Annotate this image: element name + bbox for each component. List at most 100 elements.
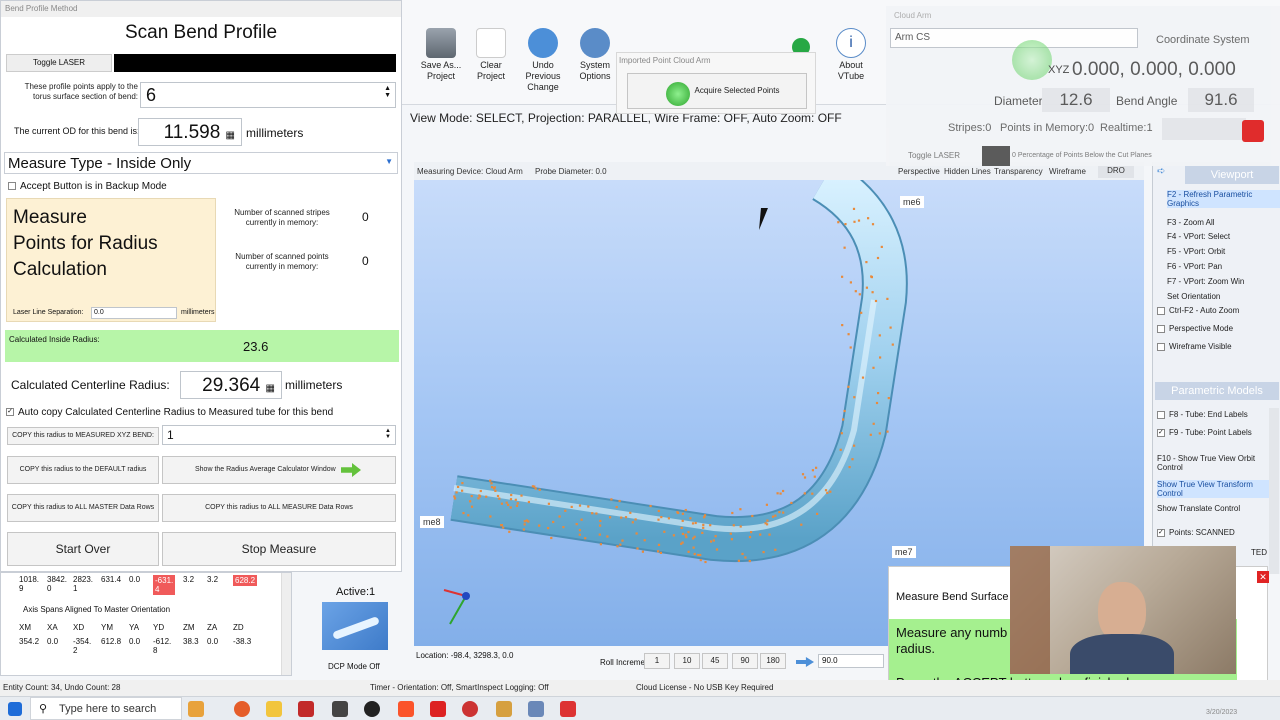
close-icon[interactable]: ✕ [1257,571,1269,583]
tab-wireframe[interactable]: Wireframe [1049,167,1086,176]
calculator-icon[interactable]: ▦ [266,383,275,394]
scan-point [774,514,777,517]
briefcase-icon[interactable] [188,701,204,717]
scan-point [782,489,785,493]
spans-title: Axis Spans Aligned To Master Orientation [23,605,171,614]
stop-icon[interactable] [1242,120,1264,142]
tube-thumbnail[interactable] [322,602,388,650]
viewport-item[interactable]: F5 - VPort: Orbit [1167,247,1280,256]
viewport-item[interactable]: F2 - Refresh Parametric Graphics [1167,190,1280,208]
app-icon[interactable] [430,701,446,717]
app-icon[interactable] [298,701,314,717]
laser-sep-input[interactable]: 0.0 [91,307,177,319]
table-cell: 38.3 [183,637,199,646]
table-cell: YM [101,623,113,632]
copy-xyz-button[interactable]: COPY this radius to MEASURED XYZ BEND: [7,427,159,445]
roll-button-1[interactable]: 1 [644,653,670,669]
stop-measure-button[interactable]: Stop Measure [162,532,396,566]
toggle-laser-button[interactable]: Toggle LASER [890,148,978,164]
copy-measure-button[interactable]: COPY this radius to ALL MEASURE Data Row… [162,494,396,522]
scan-point [774,548,777,551]
app-icon[interactable] [364,701,380,717]
scan-point [848,466,851,469]
scan-point [657,509,660,513]
roll-input[interactable]: 90.0 [818,654,884,668]
model-item[interactable]: ✓ Points: SCANNED [1157,528,1269,537]
roll-button-45[interactable]: 45 [702,653,728,669]
tool-icon[interactable] [332,701,348,717]
viewport-item[interactable]: Set Orientation [1167,292,1280,301]
od-input[interactable]: 11.598 ▦ [138,118,242,146]
vtube-icon[interactable] [528,701,544,717]
search-box[interactable]: ⚲ Type here to search [30,697,182,720]
viewport-item[interactable]: F4 - VPort: Select [1167,232,1280,241]
acquire-selected-points-button[interactable]: Acquire Selected Points [627,73,807,109]
viewport-header: Viewport [1185,166,1279,184]
viewport-item[interactable]: F3 - Zoom All [1167,218,1280,227]
table-cell: 354.2 [19,637,40,646]
firefox-icon[interactable] [234,701,250,717]
arrow-right-icon[interactable] [796,657,814,667]
roll-button-10[interactable]: 10 [674,653,700,669]
model-item[interactable]: Show True View Transform Control [1157,480,1269,498]
windows-start-icon[interactable] [8,702,22,716]
viewport-item[interactable]: Perspective Mode [1157,324,1275,333]
scan-point [667,517,670,520]
spinner-icon[interactable]: ▲ ▼ [385,428,391,440]
copy-master-button[interactable]: COPY this radius to ALL MASTER Data Rows [7,494,159,522]
measure-type-select[interactable]: Measure Type - Inside Only ▼ [4,152,398,174]
coordinate-system-label[interactable]: Coordinate System [1156,34,1250,46]
scan-point [694,521,697,525]
model-item[interactable]: Show Translate Control [1157,504,1269,513]
scan-point [843,409,846,413]
app-icon[interactable] [560,701,576,717]
app-icon[interactable] [462,701,478,717]
clear-project-button[interactable]: Clear Project [462,28,520,82]
roll-button-180[interactable]: 180 [760,653,786,669]
auto-copy-checkbox[interactable]: ✓ Auto copy Calculated Centerline Radius … [6,407,333,418]
show-avg-label: Show the Radius Average Calculator Windo… [195,466,336,473]
profile-points-input[interactable]: 6 ▲ ▼ [140,82,396,108]
viewport-item-label: F7 - VPort: Zoom Win [1167,277,1245,286]
copy-xyz-input[interactable]: 1 ▲ ▼ [162,425,396,445]
centerline-input[interactable]: 29.364 ▦ [180,371,282,399]
parametric-models-header: Parametric Models [1155,382,1279,400]
scan-point [704,560,707,564]
roll-button-90[interactable]: 90 [732,653,758,669]
model-item-label: F10 - Show True View Orbit Control [1157,454,1256,472]
scan-point [538,488,541,491]
copy-default-button[interactable]: COPY this radius to the DEFAULT radius [7,456,159,484]
scan-point [599,524,602,527]
accept-backup-checkbox[interactable]: Accept Button is in Backup Mode [8,181,167,192]
models-scrollbar[interactable] [1269,408,1279,574]
scan-point [858,293,861,296]
brave-icon[interactable] [398,701,414,717]
spinner-icon[interactable]: ▲ ▼ [384,85,391,99]
green-light-icon [666,82,690,106]
scan-point [500,524,503,527]
start-over-button[interactable]: Start Over [7,532,159,566]
folder-icon[interactable] [266,701,282,717]
viewport-item[interactable]: F7 - VPort: Zoom Win [1167,277,1280,286]
expand-icon[interactable]: ➪ [1157,166,1179,182]
tab-hidden-lines[interactable]: Hidden Lines [944,167,991,176]
viewport-item[interactable]: F6 - VPort: Pan [1167,262,1280,271]
dro-button[interactable]: DRO [1098,164,1134,178]
tab-perspective[interactable]: Perspective [898,167,940,176]
undo-button[interactable]: Undo Previous Change [514,28,572,93]
label-me6: me6 [900,196,924,208]
app-icon[interactable] [496,701,512,717]
about-button[interactable]: i About VTube [822,28,880,82]
show-average-calculator-button[interactable]: Show the Radius Average Calculator Windo… [162,456,396,484]
calculator-icon[interactable]: ▦ [226,130,235,141]
tab-transparency[interactable]: Transparency [994,167,1043,176]
toggle-laser-button[interactable]: Toggle LASER [6,54,112,72]
person-body [1070,634,1174,674]
model-item[interactable]: ✓ F9 - Tube: Point Labels [1157,428,1269,437]
table-scrollbar[interactable] [281,573,291,675]
model-item[interactable]: F10 - Show True View Orbit Control [1157,454,1269,472]
viewport-item[interactable]: Wireframe Visible [1157,342,1275,351]
model-item[interactable]: F8 - Tube: End Labels [1157,410,1269,419]
cs-select[interactable]: Arm CS [890,28,1138,48]
viewport-item[interactable]: Ctrl-F2 - Auto Zoom [1157,306,1275,315]
